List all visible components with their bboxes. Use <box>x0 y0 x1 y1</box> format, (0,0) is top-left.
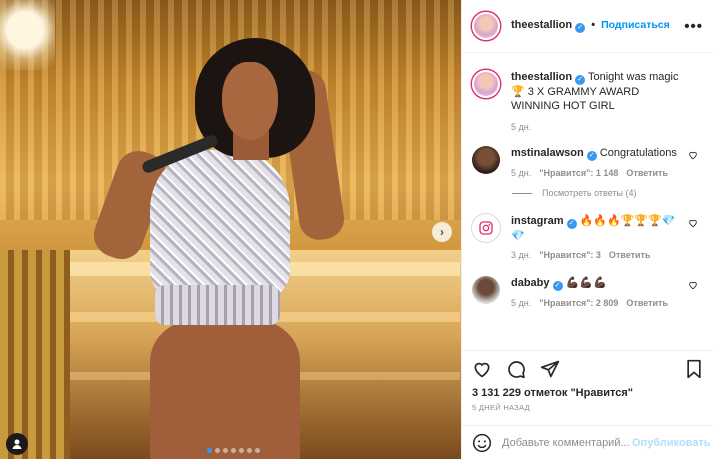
share-paper-plane-icon[interactable] <box>540 359 560 379</box>
comment-item: mstinalawson ✓ Congratulations 5 дн. "Нра… <box>472 146 704 178</box>
carousel-dot <box>207 448 212 453</box>
author-avatar[interactable] <box>472 70 500 98</box>
caption-username[interactable]: theestallion <box>511 71 572 83</box>
author-avatar[interactable] <box>472 12 500 40</box>
follow-button[interactable]: Подписаться <box>601 19 670 31</box>
author-username[interactable]: theestallion <box>511 19 572 31</box>
comments-list[interactable]: theestallion ✓ Tonight was magic 🏆 3 X GR… <box>462 54 713 350</box>
carousel-dot <box>239 448 244 453</box>
caption-time[interactable]: 5 дн. <box>511 122 531 132</box>
photo-chandelier <box>0 0 55 70</box>
carousel-dots <box>207 448 260 453</box>
verified-icon: ✓ <box>586 151 597 161</box>
verified-icon: ✓ <box>575 75 586 85</box>
verified-icon: ✓ <box>566 219 577 229</box>
carousel-dot <box>255 448 260 453</box>
post-actions: 3 131 229 отметок "Нравится" 5 ДНЕЙ НАЗА… <box>462 350 713 459</box>
verified-icon: ✓ <box>552 281 563 291</box>
comment-text: Congratulations <box>599 147 677 159</box>
comment-item: dababy ✓ 💪🏿💪🏿💪🏿 5 дн. "Нравится": 2 809 О… <box>472 276 704 308</box>
performer-legs <box>150 320 300 459</box>
comment-username[interactable]: dababy <box>511 277 550 289</box>
comment-item: instagram ✓ 🔥🔥🔥🏆🏆🏆💎💎 3 дн. "Нравится": 3 … <box>472 214 704 260</box>
post-header: theestallion ✓ • Подписаться ••• <box>462 0 713 53</box>
comment-likes[interactable]: "Нравится": 1 148 <box>539 168 618 178</box>
post-photo[interactable]: › <box>0 0 461 459</box>
carousel-next-button[interactable]: › <box>432 222 452 242</box>
comment-time[interactable]: 5 дн. <box>511 298 531 308</box>
like-heart-icon[interactable] <box>472 359 492 379</box>
performer-face <box>222 62 278 140</box>
comment-reply-button[interactable]: Ответить <box>609 250 651 260</box>
comment-like-heart-icon[interactable] <box>688 280 698 290</box>
comment-bubble-icon[interactable] <box>506 359 526 379</box>
view-replies-button[interactable]: Посмотреть ответы (4) <box>512 188 704 198</box>
performer-bodysuit <box>150 150 290 300</box>
carousel-dot <box>247 448 252 453</box>
comment-text: 💪🏿💪🏿💪🏿 <box>565 277 607 289</box>
caption: theestallion ✓ Tonight was magic 🏆 3 X GR… <box>472 70 704 132</box>
comment-username[interactable]: instagram <box>511 215 564 227</box>
carousel-dot <box>223 448 228 453</box>
commenter-avatar[interactable] <box>472 146 500 174</box>
comment-like-heart-icon[interactable] <box>688 218 698 228</box>
comment-reply-button[interactable]: Ответить <box>626 168 668 178</box>
more-options-icon[interactable]: ••• <box>684 18 703 35</box>
commenter-avatar[interactable] <box>472 276 500 304</box>
comment-like-heart-icon[interactable] <box>688 150 698 160</box>
carousel-dot <box>215 448 220 453</box>
photo-curtain <box>0 250 70 459</box>
comment-time[interactable]: 3 дн. <box>511 250 531 260</box>
performer-belt <box>155 285 280 325</box>
bookmark-icon[interactable] <box>684 359 704 379</box>
comment-reply-button[interactable]: Ответить <box>626 298 668 308</box>
instagram-logo-icon <box>479 221 493 235</box>
comment-likes[interactable]: "Нравится": 2 809 <box>539 298 618 308</box>
comment-likes[interactable]: "Нравится": 3 <box>539 250 601 260</box>
tagged-users-button[interactable] <box>6 433 28 455</box>
carousel-dot <box>231 448 236 453</box>
commenter-avatar[interactable] <box>472 214 500 242</box>
separator: • <box>591 19 596 31</box>
comment-username[interactable]: mstinalawson <box>511 147 584 159</box>
post-time-ago[interactable]: 5 ДНЕЙ НАЗАД <box>462 399 713 412</box>
user-icon <box>12 439 22 449</box>
publish-button[interactable]: Опубликовать <box>632 437 711 449</box>
verified-icon: ✓ <box>575 23 586 33</box>
emoji-icon[interactable] <box>472 433 492 453</box>
likes-count[interactable]: 3 131 229 отметок "Нравится" <box>462 379 713 399</box>
comment-input[interactable] <box>502 436 632 449</box>
comment-time[interactable]: 5 дн. <box>511 168 531 178</box>
post-side-panel: theestallion ✓ • Подписаться ••• theestal… <box>461 0 713 459</box>
add-comment-bar: Опубликовать <box>462 425 713 459</box>
